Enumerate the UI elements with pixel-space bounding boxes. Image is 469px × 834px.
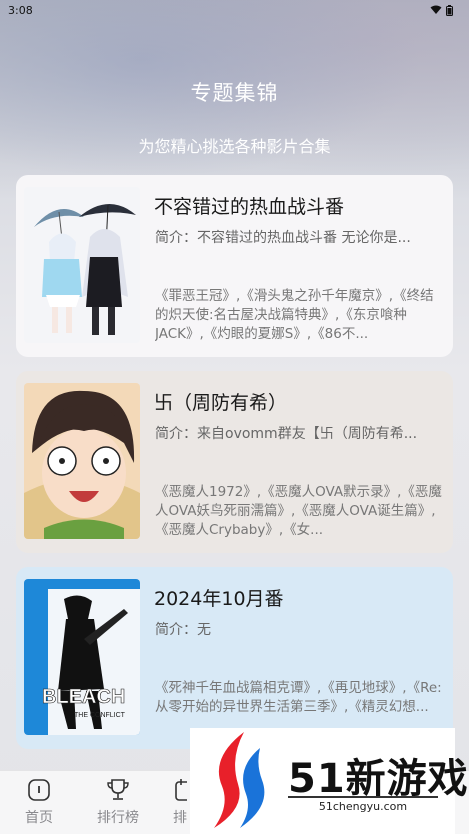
page-title: 专题集锦 — [190, 81, 279, 105]
tab-third[interactable]: 排 — [157, 777, 187, 827]
collection-thumbnail — [24, 187, 140, 343]
collection-list: 《罪恶王冠》,《滑头鬼之孙千年魔京》,《终结的炽天使:名古屋决战篇特典》,《东京… — [155, 288, 434, 342]
page-subtitle: 为您精心挑选各种影片合集 — [138, 137, 331, 156]
tab-ranking[interactable]: 排行榜 — [88, 777, 148, 827]
tab-home-label: 首页 — [25, 810, 53, 826]
watermark-domain: 51chengyu.com — [288, 796, 438, 813]
collection-title: 不容错过的热血战斗番 — [154, 196, 345, 218]
tab-third-label: 排 — [173, 810, 187, 826]
collection-thumbnail: BLEACH THE CONFLICT — [24, 579, 140, 735]
thumb-logo-text: BLEACH — [42, 686, 125, 708]
collection-intro: 简介：来自ovomm群友【卐（周防有希... — [155, 426, 418, 442]
collection-title: 2024年10月番 — [154, 588, 284, 610]
thumb-subtitle-text: THE CONFLICT — [74, 712, 126, 719]
logo-mark-icon — [214, 732, 265, 828]
status-time: 3:08 — [8, 3, 33, 17]
collection-intro: 简介：不容错过的热血战斗番 无论你是... — [155, 230, 411, 246]
collection-title: 卐（周防有希） — [154, 392, 288, 414]
status-icons — [430, 4, 453, 16]
status-bar: 3:08 — [0, 0, 469, 20]
tab-ranking-label: 排行榜 — [97, 810, 139, 826]
collection-card[interactable]: BLEACH THE CONFLICT 2024年10月番 简介：无 《死神千年… — [16, 567, 453, 749]
tab-home[interactable]: 首页 — [9, 777, 69, 827]
wifi-icon — [430, 5, 442, 14]
home-icon — [28, 779, 50, 801]
collection-card[interactable]: 不容错过的热血战斗番 简介：不容错过的热血战斗番 无论你是... 《罪恶王冠》,… — [16, 175, 453, 357]
collection-intro: 简介：无 — [155, 622, 211, 638]
battery-icon — [446, 4, 453, 16]
calendar-icon — [175, 779, 187, 801]
collection-card[interactable]: 卐（周防有希） 简介：来自ovomm群友【卐（周防有希... 《恶魔人1972》… — [16, 371, 453, 553]
trophy-icon — [107, 779, 129, 800]
collection-list: 《恶魔人1972》,《恶魔人OVA默示录》,《恶魔人OVA妖鸟死丽濡篇》,《恶魔… — [155, 484, 442, 538]
collection-thumbnail — [24, 383, 140, 539]
watermark-logo: 51新游戏 51chengyu.com — [190, 728, 468, 834]
